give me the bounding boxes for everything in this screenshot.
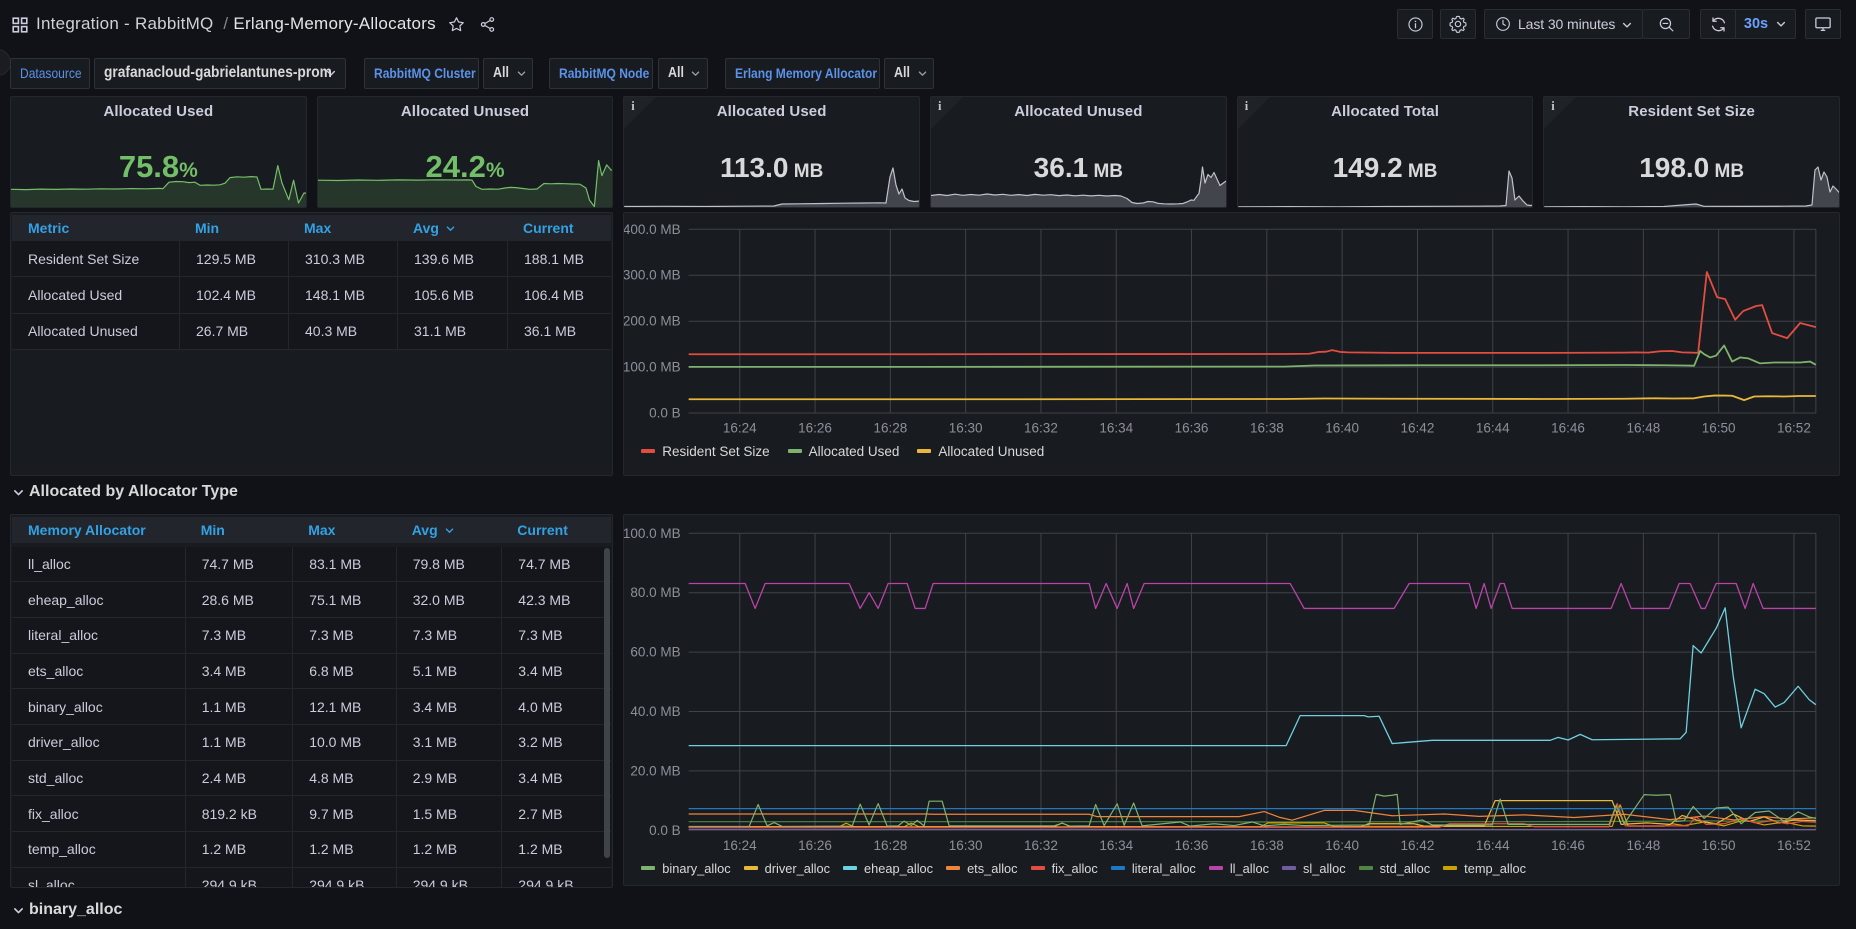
svg-text:16:28: 16:28 [874,838,908,853]
svg-text:16:40: 16:40 [1326,838,1360,853]
svg-text:300.0 MB: 300.0 MB [624,268,681,283]
svg-text:16:44: 16:44 [1476,838,1510,853]
svg-text:16:24: 16:24 [723,421,757,436]
svg-text:16:52: 16:52 [1777,421,1811,436]
svg-text:0.0 B: 0.0 B [649,823,681,838]
svg-text:16:30: 16:30 [949,838,983,853]
svg-text:16:52: 16:52 [1777,838,1811,853]
svg-text:100.0 MB: 100.0 MB [624,360,681,375]
svg-text:16:46: 16:46 [1551,838,1585,853]
svg-text:16:32: 16:32 [1024,838,1058,853]
svg-text:16:24: 16:24 [723,838,757,853]
svg-text:80.0 MB: 80.0 MB [631,585,681,600]
svg-text:16:48: 16:48 [1627,421,1661,436]
svg-text:400.0 MB: 400.0 MB [624,222,681,237]
svg-text:0.0 B: 0.0 B [649,406,681,421]
svg-text:16:50: 16:50 [1702,421,1736,436]
svg-text:16:36: 16:36 [1175,421,1209,436]
svg-text:16:26: 16:26 [798,838,832,853]
svg-text:16:40: 16:40 [1326,421,1360,436]
svg-text:16:32: 16:32 [1024,421,1058,436]
svg-text:60.0 MB: 60.0 MB [631,645,681,660]
svg-text:16:50: 16:50 [1702,838,1736,853]
svg-text:16:30: 16:30 [949,421,983,436]
svg-text:16:48: 16:48 [1627,838,1661,853]
svg-text:40.0 MB: 40.0 MB [631,704,681,719]
svg-text:16:28: 16:28 [874,421,908,436]
svg-text:200.0 MB: 200.0 MB [624,314,681,329]
svg-text:16:26: 16:26 [798,421,832,436]
svg-text:16:38: 16:38 [1250,421,1284,436]
svg-text:16:44: 16:44 [1476,421,1510,436]
svg-text:16:42: 16:42 [1401,421,1435,436]
svg-text:16:42: 16:42 [1401,838,1435,853]
svg-text:100.0 MB: 100.0 MB [624,526,681,541]
svg-text:16:46: 16:46 [1551,421,1585,436]
svg-text:16:36: 16:36 [1175,838,1209,853]
svg-text:16:34: 16:34 [1100,421,1134,436]
svg-text:16:38: 16:38 [1250,838,1284,853]
svg-text:20.0 MB: 20.0 MB [631,763,681,778]
svg-text:16:34: 16:34 [1100,838,1134,853]
